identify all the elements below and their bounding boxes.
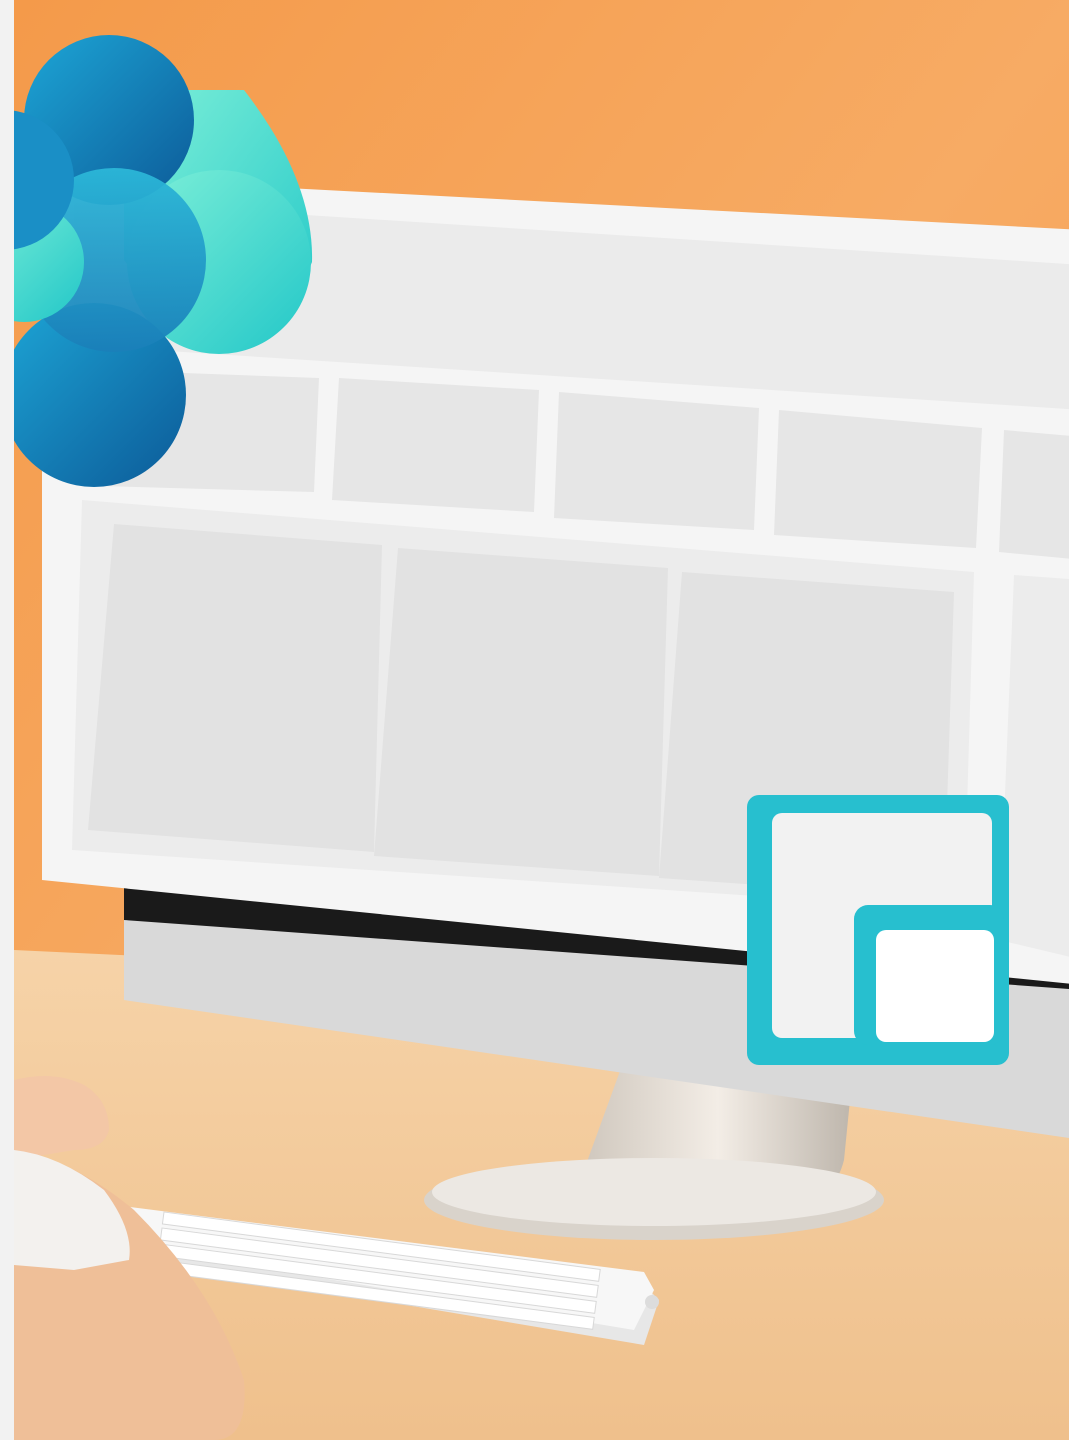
window-layout-icon: [747, 795, 1009, 1065]
screen-card: [999, 430, 1069, 559]
screen-card: [554, 392, 759, 530]
screen-large-card: [88, 524, 382, 852]
scene-illustration: [14, 0, 1069, 1440]
photo-scene: [0, 0, 1069, 1440]
screen-large-card: [374, 548, 668, 876]
screen-card: [332, 378, 539, 512]
left-margin-strip: [0, 0, 14, 1440]
screen-card: [774, 410, 982, 548]
